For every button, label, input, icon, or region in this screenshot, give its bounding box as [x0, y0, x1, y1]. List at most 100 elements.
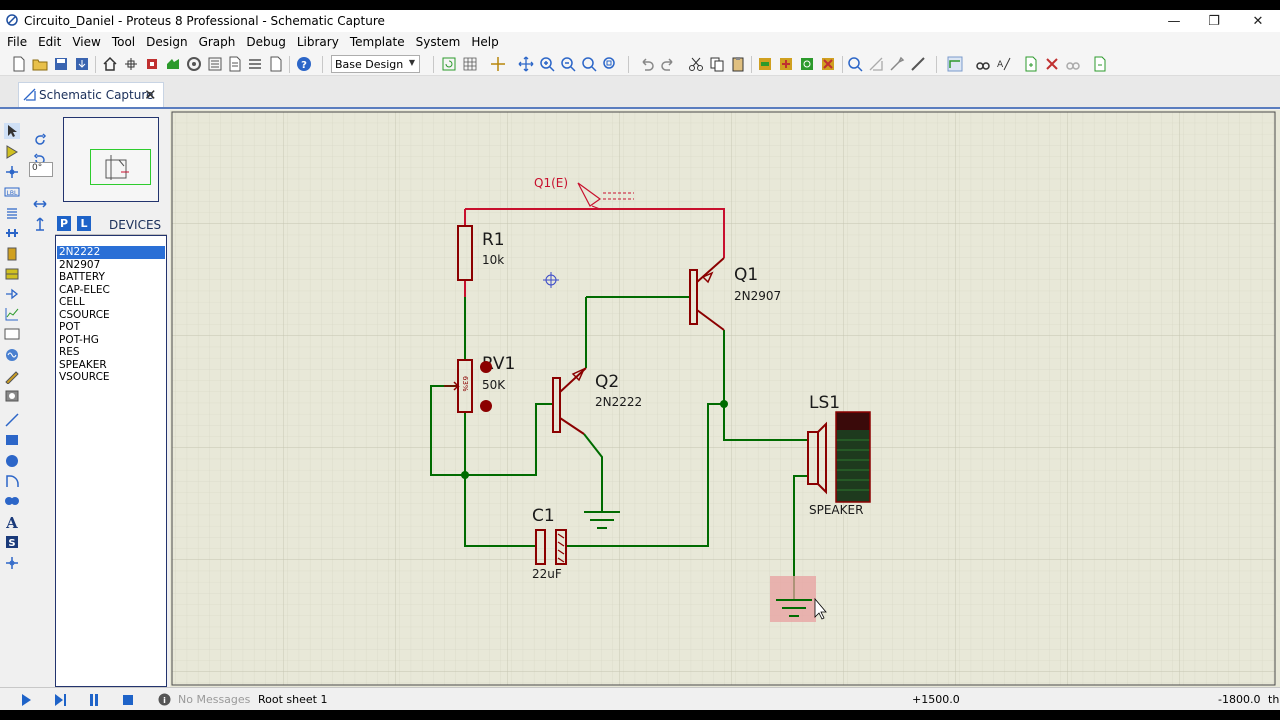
line-2d-icon[interactable]	[4, 412, 20, 428]
pick-devices-button[interactable]: P	[57, 216, 71, 231]
tab-schematic-capture[interactable]: Schematic Capture ✕	[18, 82, 164, 108]
cut-icon[interactable]	[688, 56, 704, 72]
make-device-icon[interactable]	[868, 56, 884, 72]
design-selector[interactable]: Base Design ▼	[331, 55, 420, 73]
help-icon[interactable]: ?	[296, 56, 312, 72]
text-script-mode-icon[interactable]	[4, 205, 20, 221]
selection-mode-icon[interactable]	[4, 123, 20, 139]
menu-view[interactable]: View	[65, 32, 104, 52]
marker-2d-icon[interactable]	[4, 555, 20, 571]
home-icon[interactable]	[102, 56, 118, 72]
menu-template[interactable]: Template	[343, 32, 409, 52]
overview-window[interactable]	[63, 117, 159, 202]
component-mode-icon[interactable]	[4, 144, 20, 160]
junction-dot-mode-icon[interactable]	[4, 164, 20, 180]
terminals-mode-icon[interactable]	[4, 266, 20, 282]
buses-mode-icon[interactable]	[4, 225, 20, 241]
arc-2d-icon[interactable]	[4, 473, 20, 489]
new-sheet-icon[interactable]	[1023, 56, 1039, 72]
block-rotate-icon[interactable]	[799, 56, 815, 72]
save-icon[interactable]	[53, 56, 69, 72]
virtual-instruments-mode-icon[interactable]	[4, 388, 20, 404]
list-item[interactable]: RES	[57, 346, 165, 359]
menu-file[interactable]: File	[0, 32, 31, 52]
list-item[interactable]: 2N2222	[57, 246, 165, 259]
pcb-icon[interactable]	[144, 56, 160, 72]
property-assignment-icon[interactable]: A	[996, 56, 1012, 72]
minimize-button[interactable]: —	[1152, 10, 1196, 32]
rv1-decrement-button[interactable]	[480, 400, 492, 412]
rv1-increment-button[interactable]	[480, 361, 492, 373]
notes-icon[interactable]	[247, 56, 263, 72]
delete-sheet-icon[interactable]	[1044, 56, 1060, 72]
play-icon[interactable]	[18, 692, 34, 708]
block-delete-icon[interactable]	[820, 56, 836, 72]
goto-sheet-icon[interactable]	[1065, 56, 1081, 72]
open-folder-icon[interactable]	[32, 56, 48, 72]
pan-icon[interactable]	[518, 56, 534, 72]
device-selector-list[interactable]: 2N2222 2N2907 BATTERY CAP-ELEC CELL CSOU…	[55, 235, 167, 687]
device-pins-mode-icon[interactable]	[4, 286, 20, 302]
menu-system[interactable]: System	[409, 32, 465, 52]
tape-recorder-mode-icon[interactable]	[4, 326, 20, 342]
mirror-vertical-icon[interactable]	[32, 216, 48, 232]
zoom-area-icon[interactable]	[602, 56, 618, 72]
undo-icon[interactable]	[639, 56, 655, 72]
wire-autorouter-icon[interactable]	[947, 56, 963, 72]
design-explorer-icon[interactable]	[207, 56, 223, 72]
schematic-icon[interactable]	[123, 56, 139, 72]
circle-2d-icon[interactable]	[4, 453, 20, 469]
rotate-clockwise-icon[interactable]	[32, 132, 48, 148]
stop-icon[interactable]	[120, 692, 136, 708]
copy-icon[interactable]	[709, 56, 725, 72]
junction-dot[interactable]	[461, 471, 469, 479]
zoom-all-icon[interactable]	[581, 56, 597, 72]
schematic-canvas[interactable]: Q1(E) R1 10k 63% RV1 50K Q1 2N2907 Q2 2N…	[170, 110, 1280, 687]
list-item[interactable]: 2N2907	[57, 259, 165, 272]
subcircuit-mode-icon[interactable]	[4, 246, 20, 262]
restore-button[interactable]: ❐	[1192, 10, 1236, 32]
generator-mode-icon[interactable]	[4, 347, 20, 363]
list-item[interactable]: CAP-ELEC	[57, 284, 165, 297]
list-item[interactable]: CSOURCE	[57, 309, 165, 322]
schematic-editing-window[interactable]: Q1(E) R1 10k 63% RV1 50K Q1 2N2907 Q2 2N…	[170, 110, 1280, 687]
origin-icon[interactable]	[490, 56, 506, 72]
graph-mode-icon[interactable]	[4, 306, 20, 322]
search-tag-icon[interactable]	[975, 56, 991, 72]
message-status[interactable]: No Messages	[178, 693, 250, 706]
list-item[interactable]: POT-HG	[57, 334, 165, 347]
paste-icon[interactable]	[730, 56, 746, 72]
pick-device-icon[interactable]	[847, 56, 863, 72]
menu-debug[interactable]: Debug	[239, 32, 289, 52]
close-button[interactable]: ✕	[1236, 10, 1280, 32]
list-item[interactable]: SPEAKER	[57, 359, 165, 372]
menu-tool[interactable]: Tool	[105, 32, 139, 52]
zoom-in-icon[interactable]	[539, 56, 555, 72]
menu-design[interactable]: Design	[139, 32, 191, 52]
voltage-probe-mode-icon[interactable]	[4, 368, 20, 384]
gerber-icon[interactable]	[186, 56, 202, 72]
packaging-tool-icon[interactable]	[889, 56, 905, 72]
wire-label-mode-icon[interactable]: LBL	[4, 184, 20, 200]
new-file-icon[interactable]	[11, 56, 27, 72]
zoom-out-icon[interactable]	[560, 56, 576, 72]
redo-icon[interactable]	[660, 56, 676, 72]
overview-viewport[interactable]	[90, 149, 151, 185]
menu-library[interactable]: Library	[290, 32, 343, 52]
list-item[interactable]: POT	[57, 321, 165, 334]
document-icon[interactable]	[268, 56, 284, 72]
import-icon[interactable]	[74, 56, 90, 72]
text-2d-icon[interactable]: A	[4, 514, 20, 530]
menu-graph[interactable]: Graph	[192, 32, 240, 52]
block-copy-icon[interactable]	[757, 56, 773, 72]
rotation-angle-field[interactable]: 0°	[29, 162, 53, 177]
menu-help[interactable]: Help	[464, 32, 502, 52]
mirror-horizontal-icon[interactable]	[32, 196, 48, 212]
list-item[interactable]: VSOURCE	[57, 371, 165, 384]
path-2d-icon[interactable]	[4, 493, 20, 509]
decompose-icon[interactable]	[910, 56, 926, 72]
box-2d-icon[interactable]	[4, 432, 20, 448]
junction-dot[interactable]	[720, 400, 728, 408]
refresh-icon[interactable]	[441, 56, 457, 72]
bom-icon[interactable]	[227, 56, 243, 72]
